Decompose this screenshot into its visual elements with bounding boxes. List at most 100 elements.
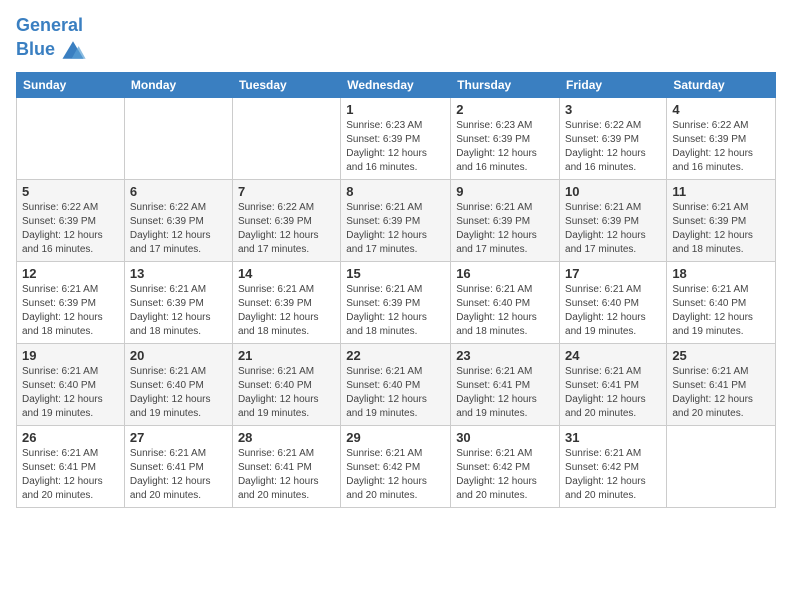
logo-blue: Blue bbox=[16, 40, 55, 60]
calendar-cell: 1 Sunrise: 6:23 AM Sunset: 6:39 PM Daylig… bbox=[341, 97, 451, 179]
day-number: 30 bbox=[456, 430, 554, 445]
calendar-cell bbox=[232, 97, 340, 179]
calendar-cell bbox=[667, 425, 776, 507]
day-info: Sunrise: 6:22 AM Sunset: 6:39 PM Dayligh… bbox=[672, 119, 770, 175]
calendar-cell: 18Sunrise: 6:21 AM Sunset: 6:40 PM Dayli… bbox=[667, 261, 776, 343]
col-header-wednesday: Wednesday bbox=[341, 72, 451, 97]
day-number: 2 bbox=[456, 102, 554, 117]
day-info: Sunrise: 6:21 AM Sunset: 6:40 PM Dayligh… bbox=[238, 365, 335, 421]
day-info: Sunrise: 6:21 AM Sunset: 6:39 PM Dayligh… bbox=[238, 283, 335, 339]
calendar-cell: 20Sunrise: 6:21 AM Sunset: 6:40 PM Dayli… bbox=[124, 343, 232, 425]
calendar-cell: 27 Sunrise: 6:21 AM Sunset: 6:41 PM Dayli… bbox=[124, 425, 232, 507]
day-info: Sunrise: 6:21 AM Sunset: 6:39 PM Dayligh… bbox=[672, 201, 770, 257]
day-number: 16 bbox=[456, 266, 554, 281]
day-info: Sunrise: 6:21 AM Sunset: 6:41 PM Dayligh… bbox=[130, 447, 227, 503]
day-info: Sunrise: 6:21 AM Sunset: 6:40 PM Dayligh… bbox=[346, 365, 445, 421]
calendar-cell: 15 Sunrise: 6:21 AM Sunset: 6:39 PM Dayli… bbox=[341, 261, 451, 343]
calendar-cell: 14Sunrise: 6:21 AM Sunset: 6:39 PM Dayli… bbox=[232, 261, 340, 343]
calendar-cell: 2 Sunrise: 6:23 AM Sunset: 6:39 PM Daylig… bbox=[451, 97, 560, 179]
col-header-tuesday: Tuesday bbox=[232, 72, 340, 97]
day-info: Sunrise: 6:21 AM Sunset: 6:39 PM Dayligh… bbox=[565, 201, 661, 257]
day-number: 15 bbox=[346, 266, 445, 281]
day-number: 4 bbox=[672, 102, 770, 117]
day-info: Sunrise: 6:23 AM Sunset: 6:39 PM Dayligh… bbox=[346, 119, 445, 175]
day-number: 9 bbox=[456, 184, 554, 199]
day-info: Sunrise: 6:21 AM Sunset: 6:40 PM Dayligh… bbox=[22, 365, 119, 421]
calendar-cell: 25Sunrise: 6:21 AM Sunset: 6:41 PM Dayli… bbox=[667, 343, 776, 425]
day-info: Sunrise: 6:21 AM Sunset: 6:41 PM Dayligh… bbox=[565, 365, 661, 421]
col-header-saturday: Saturday bbox=[667, 72, 776, 97]
day-number: 6 bbox=[130, 184, 227, 199]
calendar-cell: 22Sunrise: 6:21 AM Sunset: 6:40 PM Dayli… bbox=[341, 343, 451, 425]
day-number: 19 bbox=[22, 348, 119, 363]
day-info: Sunrise: 6:21 AM Sunset: 6:41 PM Dayligh… bbox=[22, 447, 119, 503]
day-info: Sunrise: 6:21 AM Sunset: 6:40 PM Dayligh… bbox=[672, 283, 770, 339]
day-number: 25 bbox=[672, 348, 770, 363]
day-number: 12 bbox=[22, 266, 119, 281]
day-info: Sunrise: 6:21 AM Sunset: 6:39 PM Dayligh… bbox=[22, 283, 119, 339]
calendar-cell: 24 Sunrise: 6:21 AM Sunset: 6:41 PM Dayli… bbox=[560, 343, 667, 425]
col-header-friday: Friday bbox=[560, 72, 667, 97]
calendar-cell: 21Sunrise: 6:21 AM Sunset: 6:40 PM Dayli… bbox=[232, 343, 340, 425]
logo: General Blue bbox=[16, 16, 87, 64]
calendar-week-row: 5 Sunrise: 6:22 AM Sunset: 6:39 PM Daylig… bbox=[17, 179, 776, 261]
day-info: Sunrise: 6:21 AM Sunset: 6:41 PM Dayligh… bbox=[238, 447, 335, 503]
calendar-week-row: 1 Sunrise: 6:23 AM Sunset: 6:39 PM Daylig… bbox=[17, 97, 776, 179]
calendar-week-row: 26 Sunrise: 6:21 AM Sunset: 6:41 PM Dayli… bbox=[17, 425, 776, 507]
day-info: Sunrise: 6:22 AM Sunset: 6:39 PM Dayligh… bbox=[22, 201, 119, 257]
calendar-cell: 17 Sunrise: 6:21 AM Sunset: 6:40 PM Dayli… bbox=[560, 261, 667, 343]
day-number: 24 bbox=[565, 348, 661, 363]
day-info: Sunrise: 6:21 AM Sunset: 6:42 PM Dayligh… bbox=[346, 447, 445, 503]
col-header-thursday: Thursday bbox=[451, 72, 560, 97]
day-number: 28 bbox=[238, 430, 335, 445]
calendar-cell bbox=[124, 97, 232, 179]
day-info: Sunrise: 6:23 AM Sunset: 6:39 PM Dayligh… bbox=[456, 119, 554, 175]
day-number: 7 bbox=[238, 184, 335, 199]
day-info: Sunrise: 6:21 AM Sunset: 6:40 PM Dayligh… bbox=[456, 283, 554, 339]
calendar-cell: 10Sunrise: 6:21 AM Sunset: 6:39 PM Dayli… bbox=[560, 179, 667, 261]
calendar-cell: 29 Sunrise: 6:21 AM Sunset: 6:42 PM Dayli… bbox=[341, 425, 451, 507]
day-info: Sunrise: 6:21 AM Sunset: 6:39 PM Dayligh… bbox=[130, 283, 227, 339]
day-number: 1 bbox=[346, 102, 445, 117]
day-info: Sunrise: 6:21 AM Sunset: 6:39 PM Dayligh… bbox=[346, 201, 445, 257]
calendar-cell: 16 Sunrise: 6:21 AM Sunset: 6:40 PM Dayli… bbox=[451, 261, 560, 343]
day-number: 27 bbox=[130, 430, 227, 445]
day-number: 29 bbox=[346, 430, 445, 445]
day-info: Sunrise: 6:21 AM Sunset: 6:39 PM Dayligh… bbox=[346, 283, 445, 339]
calendar-cell: 19 Sunrise: 6:21 AM Sunset: 6:40 PM Dayli… bbox=[17, 343, 125, 425]
calendar-cell: 23 Sunrise: 6:21 AM Sunset: 6:41 PM Dayli… bbox=[451, 343, 560, 425]
day-info: Sunrise: 6:21 AM Sunset: 6:42 PM Dayligh… bbox=[565, 447, 661, 503]
calendar-cell: 28 Sunrise: 6:21 AM Sunset: 6:41 PM Dayli… bbox=[232, 425, 340, 507]
day-info: Sunrise: 6:21 AM Sunset: 6:42 PM Dayligh… bbox=[456, 447, 554, 503]
day-number: 8 bbox=[346, 184, 445, 199]
logo-icon bbox=[59, 36, 87, 64]
day-number: 3 bbox=[565, 102, 661, 117]
day-info: Sunrise: 6:21 AM Sunset: 6:40 PM Dayligh… bbox=[565, 283, 661, 339]
day-number: 11 bbox=[672, 184, 770, 199]
day-number: 17 bbox=[565, 266, 661, 281]
calendar-week-row: 12 Sunrise: 6:21 AM Sunset: 6:39 PM Dayli… bbox=[17, 261, 776, 343]
day-number: 26 bbox=[22, 430, 119, 445]
col-header-sunday: Sunday bbox=[17, 72, 125, 97]
calendar-cell: 30 Sunrise: 6:21 AM Sunset: 6:42 PM Dayli… bbox=[451, 425, 560, 507]
day-number: 31 bbox=[565, 430, 661, 445]
calendar-cell: 26 Sunrise: 6:21 AM Sunset: 6:41 PM Dayli… bbox=[17, 425, 125, 507]
calendar-table: SundayMondayTuesdayWednesdayThursdayFrid… bbox=[16, 72, 776, 508]
calendar-cell: 11 Sunrise: 6:21 AM Sunset: 6:39 PM Dayli… bbox=[667, 179, 776, 261]
calendar-cell: 9 Sunrise: 6:21 AM Sunset: 6:39 PM Daylig… bbox=[451, 179, 560, 261]
calendar-cell: 31 Sunrise: 6:21 AM Sunset: 6:42 PM Dayli… bbox=[560, 425, 667, 507]
calendar-cell: 7 Sunrise: 6:22 AM Sunset: 6:39 PM Daylig… bbox=[232, 179, 340, 261]
day-info: Sunrise: 6:22 AM Sunset: 6:39 PM Dayligh… bbox=[238, 201, 335, 257]
calendar-header-row: SundayMondayTuesdayWednesdayThursdayFrid… bbox=[17, 72, 776, 97]
day-number: 23 bbox=[456, 348, 554, 363]
day-number: 5 bbox=[22, 184, 119, 199]
calendar-cell: 8 Sunrise: 6:21 AM Sunset: 6:39 PM Daylig… bbox=[341, 179, 451, 261]
calendar-cell: 12 Sunrise: 6:21 AM Sunset: 6:39 PM Dayli… bbox=[17, 261, 125, 343]
day-number: 20 bbox=[130, 348, 227, 363]
day-number: 13 bbox=[130, 266, 227, 281]
day-info: Sunrise: 6:21 AM Sunset: 6:39 PM Dayligh… bbox=[456, 201, 554, 257]
calendar-cell: 6Sunrise: 6:22 AM Sunset: 6:39 PM Daylig… bbox=[124, 179, 232, 261]
calendar-week-row: 19 Sunrise: 6:21 AM Sunset: 6:40 PM Dayli… bbox=[17, 343, 776, 425]
calendar-cell: 4 Sunrise: 6:22 AM Sunset: 6:39 PM Daylig… bbox=[667, 97, 776, 179]
day-info: Sunrise: 6:21 AM Sunset: 6:41 PM Dayligh… bbox=[456, 365, 554, 421]
